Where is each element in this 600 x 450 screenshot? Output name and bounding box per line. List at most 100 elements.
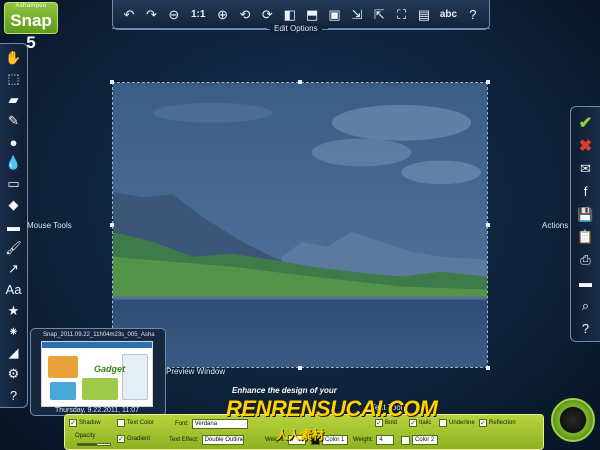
print-icon[interactable]: ⎙ (575, 250, 597, 271)
actions-label: Actions (542, 221, 569, 230)
thumb-title: Gadget (94, 364, 126, 374)
thumb-image (50, 382, 76, 400)
crop-icon[interactable]: ⛶ (392, 5, 412, 25)
clipboard-icon[interactable]: 📋 (575, 227, 597, 248)
color2-label: Color 2 (412, 435, 438, 445)
capture-knob[interactable] (551, 398, 595, 442)
resize-handle[interactable] (110, 223, 114, 227)
reflection-label: Reflection (489, 420, 516, 426)
resize-handle[interactable] (486, 80, 490, 84)
stamp-icon[interactable]: ★ (3, 302, 25, 321)
reflection-option[interactable]: ✓ Reflection (479, 419, 516, 427)
shadow-label: Shadow (79, 420, 101, 426)
opacity-slider-fill (78, 444, 98, 445)
eraser-icon[interactable]: ▰ (3, 90, 25, 109)
save-icon[interactable]: 💾 (575, 204, 597, 225)
rotate-left-icon[interactable]: ⟲ (235, 5, 255, 25)
opacity-option: Opacity (75, 433, 95, 439)
redo-icon[interactable]: ↷ (141, 5, 161, 25)
shadow-option[interactable]: ✓ Shadow (69, 419, 101, 427)
image-icon[interactable]: ▣ (325, 5, 345, 25)
undo-icon[interactable]: ↶ (119, 5, 139, 25)
flip-vertical-icon[interactable]: ⬒ (302, 5, 322, 25)
preview-thumbnail[interactable]: Gadget (41, 341, 153, 407)
hand-icon[interactable]: ✋ (3, 48, 25, 67)
reflection-checkbox[interactable]: ✓ (479, 419, 487, 427)
mouse-tools-label: Mouse Tools (27, 221, 72, 230)
underline-label: Underline (449, 420, 475, 426)
underline-option[interactable]: Underline (439, 419, 475, 427)
landscape-image (113, 83, 487, 367)
preview-date: Thursday, 9.22.2011, 11:07 (55, 407, 140, 414)
preview-window[interactable]: Snap_2011.09.22_11h04m23s_005_Asha Gadge… (30, 328, 166, 416)
folder-icon[interactable]: ▬ (575, 273, 597, 294)
actions-panel: ✔ ✖ ✉ f 💾 📋 ⎙ ▬ ⌕? (570, 106, 600, 342)
gradient-option[interactable]: ✓ Gradient (117, 435, 150, 443)
help-icon[interactable]: ? (463, 5, 483, 25)
text-effect-label: Text Effect: (169, 437, 199, 443)
thumb-header (42, 342, 152, 348)
watermark-tagline: Enhance the design of your (232, 386, 337, 395)
cancel-icon[interactable]: ✖ (575, 136, 597, 157)
facebook-icon[interactable]: f (575, 181, 597, 202)
opacity-label: Opacity (75, 433, 96, 439)
zoom-in-icon[interactable]: ⊕ (213, 5, 233, 25)
brush-icon[interactable]: 🖌 (3, 238, 25, 257)
logo-brand: Ashampoo (15, 3, 47, 9)
resize-handle[interactable] (298, 366, 302, 370)
zoom-actual-size-icon[interactable]: 1:1 (186, 5, 210, 25)
flip-horizontal-icon[interactable]: ◧ (280, 5, 300, 25)
apply-effect-icon[interactable]: ▤ (414, 5, 434, 25)
numbering-icon[interactable]: ⁕ (3, 323, 25, 342)
text-color-checkbox[interactable] (117, 419, 125, 427)
zoom-out-icon[interactable]: ⊖ (164, 5, 184, 25)
text-color-option[interactable]: Text Color (117, 419, 154, 427)
preview-window-label: Preview Window (166, 367, 226, 376)
watermark: Enhance the design of your RENRENSUCAI.C… (226, 386, 438, 450)
bucket-icon[interactable]: ◆ (3, 196, 25, 215)
gradient-label: Gradient (127, 436, 151, 442)
thumb-image (82, 378, 118, 400)
font-label: Font: (175, 421, 189, 427)
opacity-slider[interactable] (77, 443, 111, 446)
resize-handle[interactable] (110, 80, 114, 84)
edit-options-label: Edit Options (270, 24, 322, 33)
arrow-icon[interactable]: ↗ (3, 259, 25, 278)
text-color-label: Text Color (127, 420, 155, 426)
selection-icon[interactable]: ⬚ (3, 69, 25, 88)
mouse-tools-panel: ✋ ⬚ ▰ ✎ ● 💧 ▭ ◆ ▬ 🖌 ↗ Aa ★ ⁕ ◢ ⚙? (0, 43, 28, 408)
divider (112, 28, 267, 29)
thumb-sidebar (122, 354, 148, 400)
resize-canvas-icon[interactable]: ⇱ (369, 5, 389, 25)
fill-drop-icon[interactable]: 💧 (3, 154, 25, 173)
email-icon[interactable]: ✉ (575, 159, 597, 180)
accept-icon[interactable]: ✔ (575, 113, 597, 134)
text-icon[interactable]: Aa (3, 280, 25, 299)
shadow-checkbox[interactable]: ✓ (69, 419, 77, 427)
resize-handle[interactable] (486, 366, 490, 370)
resize-handle[interactable] (486, 223, 490, 227)
divider (328, 28, 490, 29)
ink-icon[interactable]: ◢ (3, 344, 25, 363)
app-logo: Ashampoo Snap 5 (4, 2, 58, 52)
speech-bubble-icon[interactable]: ▬ (3, 217, 25, 236)
help-icon[interactable]: ? (575, 318, 597, 339)
preview-filename: Snap_2011.09.22_11h04m23s_005_Asha (43, 332, 155, 338)
ocr-text-icon[interactable]: abc (436, 5, 460, 25)
blur-drop-icon[interactable]: ● (3, 133, 25, 152)
search-icon[interactable]: ⌕ (575, 295, 597, 316)
pen-icon[interactable]: ✎ (3, 111, 25, 130)
watermark-chinese: 人人素材 (276, 428, 325, 442)
resize-image-icon[interactable]: ⇲ (347, 5, 367, 25)
underline-checkbox[interactable] (439, 419, 447, 427)
thumb-image (48, 356, 78, 378)
help-icon[interactable]: ? (3, 386, 25, 405)
image-canvas[interactable] (112, 82, 488, 368)
watermark-site: RENRENSUCAI.COM (226, 396, 438, 421)
color2-option[interactable]: Color 2 (401, 435, 438, 445)
highlight-icon[interactable]: ▭ (3, 175, 25, 194)
rotate-right-icon[interactable]: ⟳ (257, 5, 277, 25)
gradient-checkbox[interactable]: ✓ (117, 435, 125, 443)
resize-handle[interactable] (298, 80, 302, 84)
settings-icon[interactable]: ⚙ (3, 365, 25, 384)
